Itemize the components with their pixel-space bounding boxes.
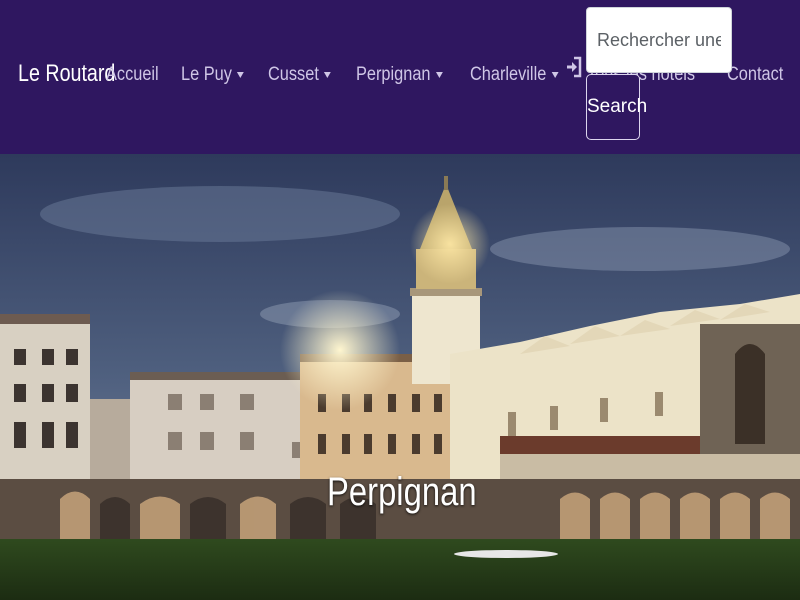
nav-item-le-puy[interactable]: Le Puy — [181, 64, 245, 86]
search-input[interactable] — [586, 7, 732, 73]
nav-item-label: Accueil — [106, 64, 159, 85]
hero-image — [0, 154, 800, 600]
hero-title: Perpignan — [327, 470, 477, 514]
hero-banner: Perpignan — [0, 154, 800, 600]
caret-down-icon — [324, 72, 332, 78]
sign-in-icon[interactable] — [566, 56, 582, 78]
caret-down-icon — [237, 72, 245, 78]
nav-item-label: Cusset — [268, 64, 320, 85]
nav-item-accueil[interactable]: Accueil — [106, 64, 159, 86]
nav-item-label: Charleville — [470, 64, 547, 85]
brand-logo[interactable]: Le Routard — [18, 60, 115, 88]
nav-item-label: Perpignan — [355, 64, 431, 85]
caret-down-icon — [435, 72, 443, 78]
navbar: Le Routard Accueil Le Puy Cusset Perpign… — [0, 0, 800, 154]
nav-item-label: Contact — [726, 64, 783, 85]
caret-down-icon — [551, 72, 559, 78]
nav-item-cusset[interactable]: Cusset — [268, 64, 332, 86]
nav-item-contact[interactable]: Contact — [727, 64, 783, 86]
nav-item-perpignan[interactable]: Perpignan — [356, 64, 443, 86]
nav-item-label: Le Puy — [181, 64, 233, 85]
nav-item-charleville[interactable]: Charleville — [470, 64, 559, 86]
search-button[interactable]: Search — [586, 74, 647, 140]
